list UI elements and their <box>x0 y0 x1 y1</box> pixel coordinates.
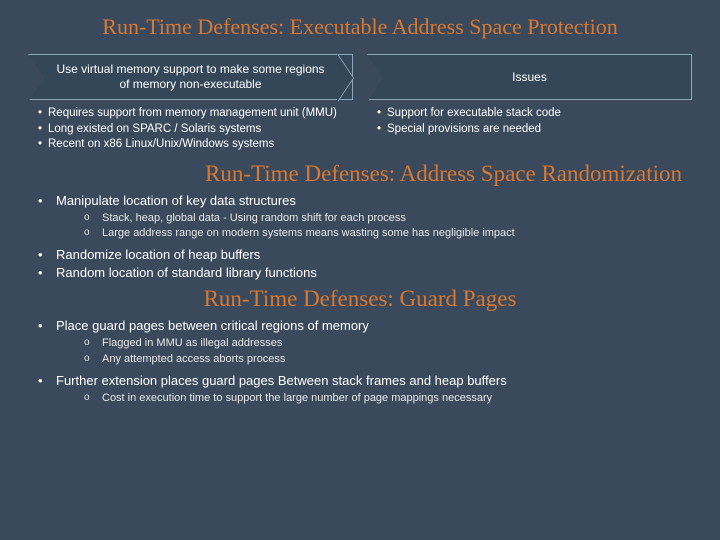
right-bullets: •Support for executable stack code •Spec… <box>367 100 692 137</box>
item-text: Place guard pages between critical regio… <box>56 318 369 333</box>
left-bullets: •Requires support from memory management… <box>28 100 353 153</box>
bullet-text: Requires support from memory management … <box>48 106 349 122</box>
item-text: Further extension places guard pages Bet… <box>56 373 507 388</box>
bullet-text: Special provisions are needed <box>387 122 688 138</box>
gp-list: Place guard pages between critical regio… <box>28 318 692 409</box>
bullet-text: Recent on x86 Linux/Unix/Windows systems <box>48 137 349 153</box>
list-item: Randomize location of heap buffers <box>38 247 692 262</box>
banner-virtual-memory: Use virtual memory support to make some … <box>28 54 353 100</box>
item-text: Randomize location of heap buffers <box>56 247 260 262</box>
list-item: Further extension places guard pages Bet… <box>38 373 692 409</box>
asr-list: Manipulate location of key data structur… <box>28 193 692 281</box>
sub-list: Stack, heap, global data - Using random … <box>56 208 692 245</box>
sub-list: Cost in execution time to support the la… <box>56 388 692 409</box>
list-item: Manipulate location of key data structur… <box>38 193 692 245</box>
bullet-text: Long existed on SPARC / Solaris systems <box>48 122 349 138</box>
sub-item: Flagged in MMU as illegal addresses <box>84 336 692 351</box>
col-right: Issues •Support for executable stack cod… <box>367 54 692 153</box>
sub-item: Cost in execution time to support the la… <box>84 391 692 406</box>
list-item: Random location of standard library func… <box>38 265 692 280</box>
banner-row: Use virtual memory support to make some … <box>28 54 692 153</box>
sub-list: Flagged in MMU as illegal addresses Any … <box>56 333 692 370</box>
title-asr: Run-Time Defenses: Address Space Randomi… <box>28 161 692 187</box>
sub-item: Large address range on modern systems me… <box>84 226 692 241</box>
title-guard-pages: Run-Time Defenses: Guard Pages <box>28 286 692 312</box>
col-left: Use virtual memory support to make some … <box>28 54 353 153</box>
title-executable-space: Run-Time Defenses: Executable Address Sp… <box>28 14 692 40</box>
item-text: Random location of standard library func… <box>56 265 317 280</box>
slide: Run-Time Defenses: Executable Address Sp… <box>0 0 720 422</box>
list-item: Place guard pages between critical regio… <box>38 318 692 370</box>
bullet-text: Support for executable stack code <box>387 106 688 122</box>
sub-item: Stack, heap, global data - Using random … <box>84 211 692 226</box>
banner-right-text: Issues <box>512 70 547 85</box>
sub-item: Any attempted access aborts process <box>84 352 692 367</box>
item-text: Manipulate location of key data structur… <box>56 193 296 208</box>
banner-issues: Issues <box>367 54 692 100</box>
banner-left-text: Use virtual memory support to make some … <box>53 62 328 92</box>
